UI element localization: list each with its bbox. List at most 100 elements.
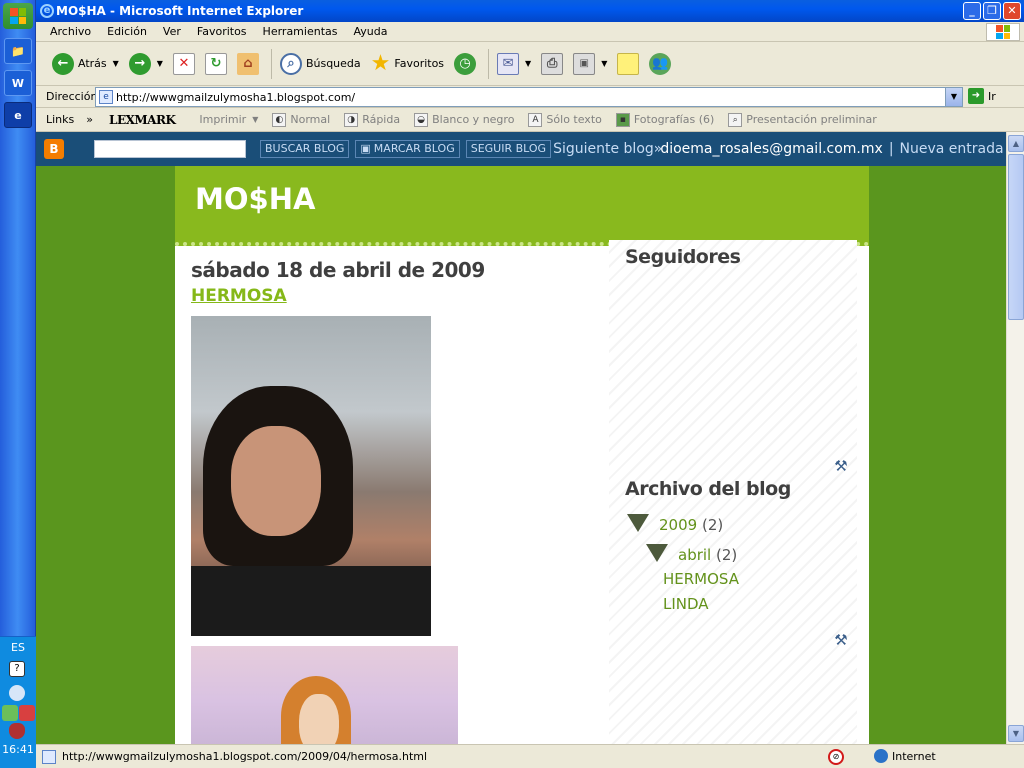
shield-icon[interactable]	[9, 723, 25, 739]
archive-post-linda[interactable]: LINDA	[663, 595, 709, 613]
links-bar: Links » LEXMARK Imprimir ▼ ◐ Normal ◑ Rápid…	[36, 108, 1024, 132]
taskbar: 📁 W e ES ? 16:41	[0, 0, 36, 768]
history-button[interactable]: ◷	[454, 48, 477, 80]
link-fotografias[interactable]: ▪ Fotografías (6)	[615, 112, 714, 127]
menu-herramientas[interactable]: Herramientas	[263, 25, 338, 38]
menu-archivo[interactable]: Archivo	[50, 25, 91, 38]
vertical-scrollbar[interactable]: ▲ ▼	[1006, 132, 1024, 744]
security-zone[interactable]: Internet	[874, 749, 936, 763]
stop-button[interactable]: ✕	[172, 48, 195, 80]
close-button[interactable]: ✕	[1003, 2, 1021, 20]
menu-favoritos[interactable]: Favoritos	[197, 25, 247, 38]
alert-icon[interactable]	[19, 705, 35, 721]
history-icon: ◷	[454, 52, 477, 75]
new-post-link[interactable]: Nueva entrada	[900, 141, 1004, 157]
archive-heading: Archivo del blog	[625, 478, 791, 500]
help-icon[interactable]: ?	[9, 661, 25, 677]
windows-logo-icon	[10, 8, 26, 24]
address-input[interactable]: e http://wwwgmailzulymosha1.blogspot.com…	[95, 87, 963, 107]
search-button[interactable]: ⌕ Búsqueda	[279, 48, 361, 80]
link-blanco-negro[interactable]: ◒ Blanco y negro	[414, 112, 514, 127]
scroll-thumb[interactable]	[1008, 154, 1024, 320]
chevron-down-icon[interactable]: ▼	[601, 59, 607, 68]
post-photo[interactable]	[191, 316, 431, 636]
chevron-down-icon[interactable]: ▼	[157, 59, 163, 68]
home-icon: ⌂	[236, 52, 259, 75]
flag-icon: ▣	[360, 142, 371, 155]
next-blog-link[interactable]: Siguiente blog»	[553, 141, 662, 157]
start-button[interactable]	[3, 3, 33, 29]
user-email: dioema_rosales@gmail.com.mx	[660, 141, 883, 157]
window-title: MO$HA - Microsoft Internet Explorer	[56, 4, 304, 18]
archive-year-item[interactable]: 2009 (2)	[659, 516, 723, 534]
link-presentacion[interactable]: ⌕ Presentación preliminar	[728, 112, 877, 127]
chevron-down-icon[interactable]: ▼	[113, 59, 119, 68]
menu-ayuda[interactable]: Ayuda	[353, 25, 387, 38]
search-icon: ⌕	[279, 52, 302, 75]
mail-icon: ✉	[497, 52, 520, 75]
scroll-up-button[interactable]: ▲	[1008, 135, 1024, 152]
messenger-button[interactable]: 👥	[649, 48, 672, 80]
favorites-button[interactable]: ★ Favoritos	[371, 48, 444, 80]
lexmark-logo[interactable]: LEXMARK	[109, 113, 176, 127]
language-indicator[interactable]: ES	[0, 641, 36, 654]
mail-button[interactable]: ✉ ▼	[497, 48, 531, 80]
globe-icon	[874, 749, 888, 763]
blog-search-input[interactable]	[94, 140, 246, 158]
refresh-button[interactable]: ↻	[204, 48, 227, 80]
links-label[interactable]: Links	[46, 113, 74, 126]
edit-button[interactable]: ▣ ▼	[573, 48, 607, 80]
star-icon: ★	[370, 51, 391, 76]
print-normal-icon: ◐	[272, 112, 287, 127]
refresh-icon: ↻	[204, 52, 227, 75]
status-bar: http://wwwgmailzulymosha1.blogspot.com/2…	[36, 744, 1024, 768]
standard-toolbar: ← Atrás ▼ → ▼ ✕ ↻ ⌂ ⌕ Búsqueda ★ Favorit…	[36, 42, 1024, 86]
ie-task-icon[interactable]: e	[4, 102, 32, 128]
system-tray: ES ? 16:41	[0, 636, 36, 768]
privacy-icon[interactable]: ⊘	[828, 749, 844, 765]
home-button[interactable]: ⌂	[236, 48, 259, 80]
scroll-down-button[interactable]: ▼	[1008, 725, 1024, 742]
link-solo-texto[interactable]: A Sólo texto	[528, 112, 602, 127]
page-viewport: B BUSCAR BLOG ▣ MARCAR BLOG SEGUIR BLOG S…	[36, 132, 1006, 744]
link-rapida[interactable]: ◑ Rápida	[344, 112, 400, 127]
wrench-icon[interactable]: ⚒	[831, 456, 851, 476]
chevron-right-icon[interactable]: »	[86, 113, 93, 126]
menu-edicion[interactable]: Edición	[107, 25, 147, 38]
triangle-down-icon[interactable]	[646, 544, 668, 562]
blog-header: MO$HA	[175, 166, 869, 246]
chevron-down-icon[interactable]: ▼	[525, 59, 531, 68]
archive-month-item[interactable]: abril (2)	[678, 546, 737, 564]
triangle-down-icon[interactable]	[627, 514, 649, 532]
forward-button[interactable]: → ▼	[128, 48, 163, 80]
network-icon[interactable]	[2, 705, 18, 721]
search-blog-button[interactable]: BUSCAR BLOG	[260, 140, 350, 158]
mark-blog-button[interactable]: ▣ MARCAR BLOG	[355, 140, 460, 158]
menu-ver[interactable]: Ver	[163, 25, 181, 38]
archive-post-hermosa[interactable]: HERMOSA	[663, 570, 739, 588]
address-label: Dirección	[46, 90, 98, 103]
window-titlebar[interactable]: e MO$HA - Microsoft Internet Explorer _ …	[36, 0, 1024, 22]
address-dropdown-button[interactable]: ▼	[945, 88, 962, 106]
minimize-button[interactable]: _	[963, 2, 981, 20]
link-imprimir[interactable]: Imprimir ▼	[199, 113, 258, 126]
clock[interactable]: 16:41	[0, 743, 36, 756]
follow-blog-button[interactable]: SEGUIR BLOG	[465, 140, 552, 158]
link-normal[interactable]: ◐ Normal	[272, 112, 330, 127]
blog-title[interactable]: MO$HA	[195, 182, 315, 216]
post-illustration[interactable]	[191, 646, 458, 744]
preview-icon: ⌕	[728, 112, 743, 127]
back-button[interactable]: ← Atrás ▼	[52, 48, 119, 80]
wrench-icon[interactable]: ⚒	[831, 630, 851, 650]
word-task-icon[interactable]: W	[4, 70, 32, 96]
main-column: sábado 18 de abril de 2009 HERMOSA	[191, 258, 611, 744]
blogger-logo-icon[interactable]: B	[44, 139, 64, 159]
print-button[interactable]: ⎙	[541, 48, 564, 80]
folder-task-icon[interactable]: 📁	[4, 38, 32, 64]
back-arrow-icon[interactable]	[9, 685, 25, 701]
notes-button[interactable]	[617, 48, 640, 80]
post-title-link[interactable]: HERMOSA	[191, 286, 611, 306]
go-button[interactable]: ➜ Ir	[968, 88, 996, 104]
restore-button[interactable]: ❐	[983, 2, 1001, 20]
blogger-navbar: B BUSCAR BLOG ▣ MARCAR BLOG SEGUIR BLOG S…	[36, 132, 1006, 166]
